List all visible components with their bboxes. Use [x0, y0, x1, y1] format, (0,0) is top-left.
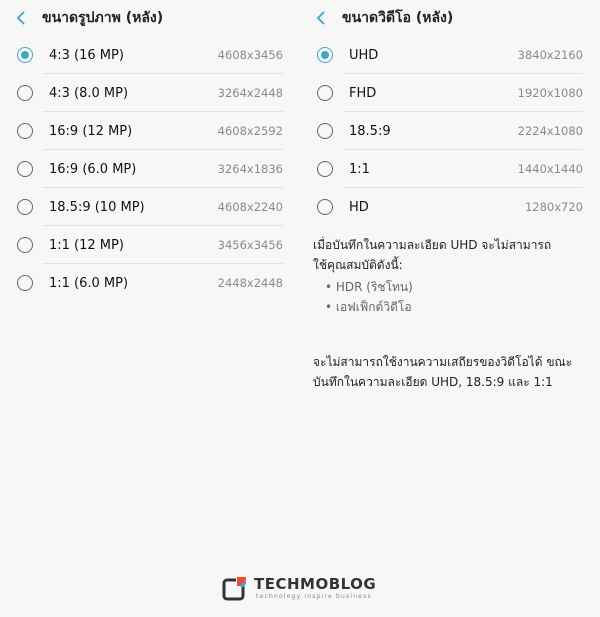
option-label: 1:1 (6.0 MP)	[49, 275, 129, 291]
resolution-value: 3840x2160	[517, 48, 583, 62]
option-label: UHD	[349, 47, 379, 63]
radio-button-icon[interactable]	[17, 123, 33, 139]
video-size-list: UHD 3840x2160 FHD 1920x1080 18.5:9 2224x1080 1…	[300, 36, 600, 226]
chevron-left-icon	[316, 11, 325, 25]
uhd-restrictions-note: เมื่อบันทึกในความละเอียด UHD จะไม่สามารถ…	[313, 235, 593, 317]
radio-button-icon[interactable]	[17, 85, 33, 101]
video-size-panel: ขนาดวิดีโอ (หลัง) UHD 3840x2160 FHD 1920x10…	[300, 0, 600, 617]
watermark-wordmark: TECHMOBLOG	[254, 575, 377, 593]
resolution-option[interactable]: 1:1 (12 MP) 3456x3456	[0, 226, 300, 264]
resolution-value: 2224x1080	[517, 124, 583, 138]
radio-button-icon[interactable]	[317, 199, 333, 215]
bullet-item: • เอฟเฟ็กต์วิดีโอ	[325, 300, 412, 314]
resolution-option[interactable]: 4:3 (8.0 MP) 3264x2448	[0, 74, 300, 112]
watermark-logo: TECHMOBLOG technology inspire business	[222, 572, 382, 604]
option-label: 18.5:9	[349, 123, 391, 139]
video-header: ขนาดวิดีโอ (หลัง)	[300, 0, 600, 36]
resolution-value: 4608x3456	[217, 48, 283, 62]
photo-header: ขนาดรูปภาพ (หลัง)	[0, 0, 300, 36]
resolution-option[interactable]: 1:1 1440x1440	[300, 150, 600, 188]
back-button[interactable]	[312, 9, 330, 27]
resolution-option[interactable]: 1:1 (6.0 MP) 2448x2448	[0, 264, 300, 302]
radio-button-icon[interactable]	[17, 47, 33, 63]
option-label: 4:3 (16 MP)	[49, 47, 124, 63]
option-label: 4:3 (8.0 MP)	[49, 85, 129, 101]
radio-button-icon[interactable]	[17, 161, 33, 177]
resolution-value: 2448x2448	[217, 276, 283, 290]
radio-button-icon[interactable]	[17, 237, 33, 253]
resolution-value: 1920x1080	[517, 86, 583, 100]
note-text: ใช้คุณสมบัติดังนี้:	[313, 258, 403, 272]
option-label: 16:9 (12 MP)	[49, 123, 133, 139]
resolution-option[interactable]: 18.5:9 (10 MP) 4608x2240	[0, 188, 300, 226]
resolution-option[interactable]: 16:9 (12 MP) 4608x2592	[0, 112, 300, 150]
resolution-value: 4608x2592	[217, 124, 283, 138]
resolution-value: 3264x2448	[217, 86, 283, 100]
resolution-value: 1280x720	[524, 200, 583, 214]
option-label: FHD	[349, 85, 377, 101]
back-button[interactable]	[12, 9, 30, 27]
resolution-option[interactable]: 18.5:9 2224x1080	[300, 112, 600, 150]
resolution-option[interactable]: 4:3 (16 MP) 4608x3456	[0, 36, 300, 74]
radio-button-icon[interactable]	[17, 199, 33, 215]
option-label: 1:1 (12 MP)	[49, 237, 124, 253]
resolution-value: 3456x3456	[217, 238, 283, 252]
resolution-value: 3264x1836	[217, 162, 283, 176]
watermark-tagline: technology inspire business	[256, 593, 372, 600]
option-label: HD	[349, 199, 369, 215]
radio-button-icon[interactable]	[317, 161, 333, 177]
option-label: 1:1	[349, 161, 370, 177]
chevron-left-icon	[16, 11, 25, 25]
page-title: ขนาดวิดีโอ (หลัง)	[342, 10, 454, 26]
resolution-option[interactable]: HD 1280x720	[300, 188, 600, 226]
resolution-value: 4608x2240	[217, 200, 283, 214]
note-text: บันทึกในความละเอียด UHD, 18.5:9 และ 1:1	[313, 375, 553, 389]
radio-button-icon[interactable]	[317, 123, 333, 139]
radio-button-icon[interactable]	[17, 275, 33, 291]
note-text: เมื่อบันทึกในความละเอียด UHD จะไม่สามารถ	[313, 238, 552, 252]
page-title: ขนาดรูปภาพ (หลัง)	[42, 10, 164, 26]
radio-button-icon[interactable]	[317, 47, 333, 63]
resolution-value: 1440x1440	[517, 162, 583, 176]
option-label: 16:9 (6.0 MP)	[49, 161, 137, 177]
photo-size-panel: ขนาดรูปภาพ (หลัง) 4:3 (16 MP) 4608x3456 4:…	[0, 0, 300, 617]
radio-button-icon[interactable]	[317, 85, 333, 101]
resolution-option[interactable]: 16:9 (6.0 MP) 3264x1836	[0, 150, 300, 188]
stabilization-note: จะไม่สามารถใช้งานความเสถียรของวิดีโอได้ …	[313, 352, 593, 392]
resolution-option[interactable]: UHD 3840x2160	[300, 36, 600, 74]
note-text: จะไม่สามารถใช้งานความเสถียรของวิดีโอได้ …	[313, 355, 573, 369]
photo-size-list: 4:3 (16 MP) 4608x3456 4:3 (8.0 MP) 3264x244…	[0, 36, 300, 302]
bullet-item: • HDR (ริชโทน)	[325, 280, 413, 294]
techmoblog-logo-icon	[222, 576, 246, 601]
resolution-option[interactable]: FHD 1920x1080	[300, 74, 600, 112]
option-label: 18.5:9 (10 MP)	[49, 199, 145, 215]
